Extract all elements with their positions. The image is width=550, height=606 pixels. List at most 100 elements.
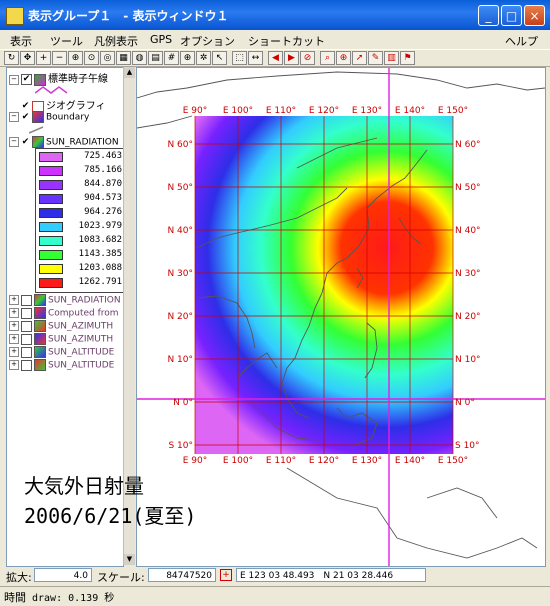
checkbox-icon[interactable]	[21, 307, 32, 319]
map-canvas[interactable]: E 90° E 100° E 110° E 120° E 130° E 140° E 150…	[137, 68, 545, 566]
zoom-value[interactable]: 4.0	[34, 568, 92, 582]
expand-icon[interactable]: +	[9, 347, 19, 357]
menu-legend[interactable]: 凡例表示	[94, 33, 138, 49]
back-icon[interactable]: ◀	[268, 51, 283, 65]
checkbox-icon[interactable]	[21, 333, 32, 345]
search-icon[interactable]: ⌕	[320, 51, 335, 65]
legend-swatch	[39, 194, 63, 204]
flag-icon[interactable]: ⚑	[400, 51, 415, 65]
pointer-icon[interactable]: ➚	[352, 51, 367, 65]
globe-icon[interactable]: ◍	[132, 51, 147, 65]
status-bar-time: 時間 draw: 0.139 秒	[0, 586, 550, 605]
menu-options[interactable]: オプション	[180, 33, 235, 49]
locate-icon[interactable]: +	[220, 569, 232, 581]
grid-label: E 100°	[223, 106, 253, 116]
layer-icon	[32, 111, 44, 123]
grid-label: E 90°	[183, 456, 208, 466]
close-button[interactable]: ×	[524, 5, 545, 26]
zoom-full-icon[interactable]: ⊙	[84, 51, 99, 65]
checkbox-icon[interactable]: ✔	[21, 137, 30, 147]
refresh-icon[interactable]: ↻	[4, 51, 19, 65]
title-bar: 表示グループ１ - 表示ウィンドウ１ _ □ ×	[0, 0, 550, 30]
layer-geography[interactable]: ✔ ジオグラフィ	[21, 97, 106, 113]
legend-value: 964.276	[84, 207, 122, 217]
pick-icon[interactable]: ✎	[368, 51, 383, 65]
app-icon	[6, 7, 24, 25]
grid-label: E 130°	[352, 456, 382, 466]
expand-icon[interactable]: +	[9, 308, 19, 318]
legend-value: 904.573	[84, 193, 122, 203]
layer-icon	[34, 73, 46, 86]
cursor-icon[interactable]: ↖	[212, 51, 227, 65]
layer-icon[interactable]: ▦	[116, 51, 131, 65]
legend-value: 725.463	[84, 151, 122, 161]
target-icon[interactable]: ⊕	[180, 51, 195, 65]
maximize-button[interactable]: □	[501, 5, 522, 26]
zoom-area-icon[interactable]: ⊕	[68, 51, 83, 65]
window-title: 表示グループ１ - 表示ウィンドウ１	[28, 9, 229, 23]
scale-value[interactable]: 84747520	[148, 568, 216, 582]
collapse-icon[interactable]: −	[9, 137, 19, 147]
expand-icon[interactable]: +	[9, 295, 19, 305]
crosshair-icon[interactable]: ⊕	[336, 51, 351, 65]
select-icon[interactable]: ⬚	[232, 51, 247, 65]
layer-boundary[interactable]: − ✔ Boundary	[9, 111, 89, 125]
layer-item[interactable]: + SUN_AZIMUTH	[9, 320, 113, 334]
layer-icon	[32, 136, 44, 148]
layer-label: SUN_RADIATION	[48, 295, 121, 306]
layer-timezone[interactable]: − ✔ 標準時子午線	[9, 70, 108, 86]
legend-row: 904.573	[39, 193, 123, 205]
zoom-out-icon[interactable]: −	[52, 51, 67, 65]
checkbox-icon[interactable]	[21, 294, 32, 306]
layer-item[interactable]: + Computed from	[9, 307, 119, 321]
grid-label: N 60°	[455, 140, 481, 150]
checkbox-icon[interactable]: ✔	[21, 74, 32, 85]
menu-tools[interactable]: ツール	[50, 33, 83, 49]
collapse-icon[interactable]: −	[9, 112, 19, 122]
chart-icon[interactable]: ▥	[384, 51, 399, 65]
grid-label: E 140°	[395, 106, 425, 116]
zoom-prev-icon[interactable]: ◎	[100, 51, 115, 65]
layer-icon	[34, 307, 46, 319]
collapse-icon[interactable]: −	[9, 74, 19, 85]
checkbox-icon[interactable]: ✔	[21, 102, 30, 111]
menu-help[interactable]: ヘルプ	[505, 33, 538, 49]
grid-label: N 20°	[455, 312, 481, 322]
legend-row: 785.166	[39, 165, 123, 177]
layer-label: Computed from	[48, 308, 119, 319]
legend-row: 1083.682	[39, 235, 123, 247]
menu-shortcut[interactable]: ショートカット	[248, 33, 325, 49]
print-icon[interactable]: ▤	[148, 51, 163, 65]
scroll-down-icon[interactable]: ▼	[124, 554, 135, 565]
menu-view[interactable]: 表示	[10, 33, 32, 49]
stop-icon[interactable]: ⊘	[300, 51, 315, 65]
checkbox-icon[interactable]	[21, 320, 32, 332]
checkbox-icon[interactable]: ✔	[21, 112, 30, 122]
menu-gps[interactable]: GPS	[150, 33, 172, 46]
minimize-button[interactable]: _	[478, 5, 499, 26]
layer-item[interactable]: + SUN_AZIMUTH	[9, 333, 113, 347]
map-window[interactable]: E 90° E 100° E 110° E 120° E 130° E 140° E 150…	[136, 67, 546, 567]
expand-icon[interactable]: +	[9, 321, 19, 331]
forward-icon[interactable]: ▶	[284, 51, 299, 65]
expand-icon[interactable]: +	[9, 360, 19, 370]
draw-time: draw: 0.139 秒	[32, 593, 115, 604]
pan-icon[interactable]: ✥	[20, 51, 35, 65]
layer-item[interactable]: + SUN_ALTITUDE	[9, 359, 114, 373]
grid-icon[interactable]: #	[164, 51, 179, 65]
checkbox-icon[interactable]	[21, 359, 32, 371]
expand-icon[interactable]: +	[9, 334, 19, 344]
checkbox-icon[interactable]	[21, 346, 32, 358]
zoom-in-icon[interactable]: +	[36, 51, 51, 65]
toolbar: ↻ ✥ + − ⊕ ⊙ ◎ ▦ ◍ ▤ # ⊕ ✲ ↖ ⬚ ↔ ◀ ▶ ⊘ ⌕ …	[0, 49, 550, 67]
measure-icon[interactable]: ↔	[248, 51, 263, 65]
layer-label: 標準時子午線	[48, 74, 108, 85]
map-caption-title: 大気外日射量	[24, 474, 144, 498]
layer-item[interactable]: + SUN_RADIATION	[9, 294, 121, 308]
legend-value: 785.166	[84, 165, 122, 175]
grid-label: N 30°	[167, 269, 193, 279]
scroll-up-icon[interactable]: ▲	[124, 67, 135, 78]
layer-item[interactable]: + SUN_ALTITUDE	[9, 346, 114, 360]
grid-label: E 140°	[395, 456, 425, 466]
settings-icon[interactable]: ✲	[196, 51, 211, 65]
